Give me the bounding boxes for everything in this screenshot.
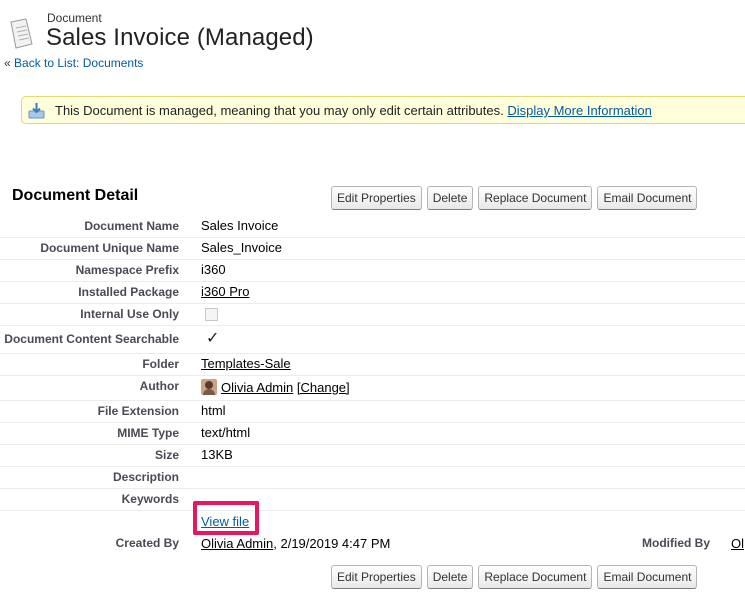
field-row-internal-use-only: Internal Use Only: [0, 303, 745, 326]
field-label: Namespace Prefix: [75, 263, 179, 277]
created-by-date: , 2/19/2019 4:47 PM: [273, 536, 391, 551]
field-row-mime-type: MIME Type text/html: [0, 422, 745, 445]
bottom-button-bar: Edit Properties Delete Replace Document …: [331, 565, 698, 589]
field-value: html: [201, 403, 226, 418]
created-by-user-link[interactable]: Olivia Admin: [201, 536, 273, 551]
section-title: Document Detail: [12, 187, 139, 204]
field-row-namespace-prefix: Namespace Prefix i360: [0, 259, 745, 282]
field-row-created-by: Created By Olivia Admin, 2/19/2019 4:47 …: [0, 533, 745, 555]
field-value: Sales Invoice: [201, 218, 279, 233]
download-icon: [28, 103, 45, 119]
field-row-installed-package: Installed Package i360 Pro: [0, 281, 745, 304]
field-row-author: Author Olivia Admin [Change]: [0, 375, 745, 401]
field-label: Document Content Searchable: [4, 332, 179, 346]
field-row-folder: Folder Templates-Sale: [0, 353, 745, 376]
field-label: Document Name: [84, 219, 179, 233]
replace-document-button[interactable]: Replace Document: [478, 565, 593, 589]
author-link[interactable]: Olivia Admin: [221, 380, 293, 395]
edit-properties-button[interactable]: Edit Properties: [331, 565, 422, 589]
field-label: Document Unique Name: [40, 241, 179, 255]
delete-button[interactable]: Delete: [426, 186, 474, 210]
delete-button[interactable]: Delete: [426, 565, 474, 589]
change-author-link[interactable]: [Change]: [297, 380, 350, 395]
email-document-button[interactable]: Email Document: [597, 186, 698, 210]
internal-use-checkbox: [205, 308, 218, 321]
field-row-keywords: Keywords: [0, 488, 745, 511]
back-to-list-link[interactable]: Back to List: Documents: [14, 56, 143, 70]
field-row-size: Size 13KB: [0, 444, 745, 467]
field-row-content-searchable: Document Content Searchable ✓: [0, 327, 745, 354]
field-label: Description: [112, 470, 179, 484]
created-by-label: Created By: [115, 536, 179, 550]
field-value: text/html: [201, 425, 251, 440]
field-row-unique-name: Document Unique Name Sales_Invoice: [0, 237, 745, 260]
field-label: File Extension: [97, 404, 179, 418]
modified-by-user-link[interactable]: Ol: [731, 536, 744, 551]
installed-package-link[interactable]: i360 Pro: [201, 284, 249, 299]
field-row-description: Description: [0, 466, 745, 489]
edit-properties-button[interactable]: Edit Properties: [331, 186, 422, 210]
view-file-link[interactable]: View file: [201, 514, 249, 529]
checkmark-icon: ✓: [206, 330, 220, 347]
field-label: MIME Type: [117, 426, 179, 440]
page-title: Sales Invoice (Managed): [46, 24, 314, 51]
field-label: Internal Use Only: [80, 307, 179, 321]
field-label: Author: [139, 379, 179, 393]
field-label: Keywords: [121, 492, 179, 506]
email-document-button[interactable]: Email Document: [597, 565, 698, 589]
notice-text: This Document is managed, meaning that y…: [55, 103, 504, 118]
field-value: i360: [201, 262, 226, 277]
back-prefix: «: [4, 56, 11, 70]
managed-notice: This Document is managed, meaning that y…: [21, 96, 745, 124]
field-label: Folder: [142, 357, 179, 371]
field-value: Sales_Invoice: [201, 240, 282, 255]
top-button-bar: Edit Properties Delete Replace Document …: [331, 186, 698, 210]
display-more-info-link[interactable]: Display More Information: [507, 103, 652, 118]
field-label: Size: [154, 448, 179, 462]
field-value: 13KB: [201, 447, 233, 462]
field-row-document-name: Document Name Sales Invoice: [0, 215, 745, 238]
back-to-list: « Back to List: Documents: [4, 56, 143, 70]
user-avatar: [201, 379, 217, 395]
modified-by-label: Modified By: [642, 536, 710, 550]
breadcrumb: Document: [47, 11, 102, 25]
field-row-file-extension: File Extension html: [0, 400, 745, 423]
field-label: Installed Package: [78, 285, 179, 299]
folder-link[interactable]: Templates-Sale: [201, 356, 291, 371]
replace-document-button[interactable]: Replace Document: [478, 186, 593, 210]
document-icon: [10, 18, 33, 49]
